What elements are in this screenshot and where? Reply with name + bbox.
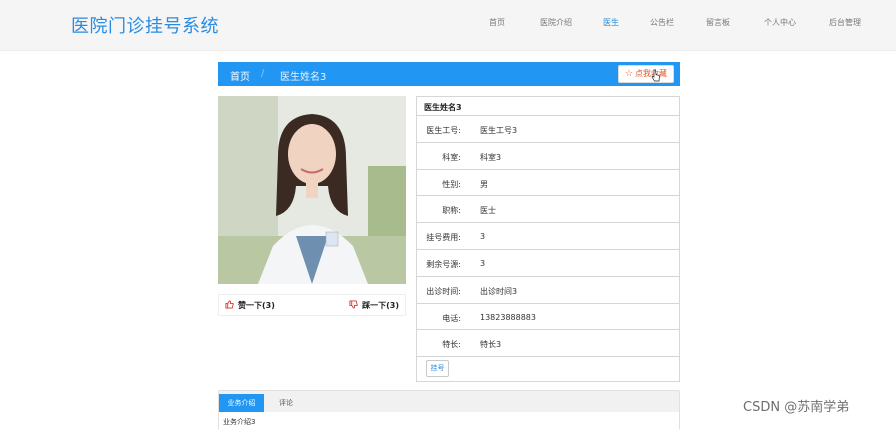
field-value: 特长3 (480, 340, 502, 350)
dislike-button[interactable]: 踩一下(3) (349, 300, 399, 311)
info-row-remaining-slots: 剩余号源: 3 (417, 250, 679, 277)
breadcrumb-home[interactable]: 首页 (230, 68, 250, 83)
star-outline-icon: ☆ (624, 69, 633, 79)
csdn-watermark: CSDN @苏南学弟 (743, 400, 850, 415)
field-label: 出诊时间: (426, 286, 461, 296)
info-row-phone: 电话: 13823888883 (417, 304, 679, 331)
info-row-gender: 性别: 男 (417, 170, 679, 197)
doctor-info-table: 医生姓名3 医生工号: 医生工号3 科室: 科室3 性别: 男 职称: 医士 挂… (416, 96, 680, 382)
favorite-button[interactable]: ☆ 点我收藏 (617, 65, 674, 83)
info-row-staff-id: 医生工号: 医生工号3 (417, 116, 679, 143)
field-value: 医士 (480, 206, 496, 216)
info-row-department: 科室: 科室3 (417, 143, 679, 170)
dislike-label: 踩一下(3) (362, 301, 399, 310)
field-label: 剩余号源: (426, 259, 461, 269)
field-label: 特长: (442, 340, 461, 350)
tab-comments[interactable]: 评论 (271, 394, 301, 412)
field-label: 电话: (442, 313, 461, 323)
field-value: 3 (480, 232, 486, 242)
info-row-fee: 挂号费用: 3 (417, 223, 679, 250)
nav-item-hospital-intro[interactable]: 医院介绍 (540, 17, 572, 28)
breadcrumb: 首页 / 医生姓名3 ☆ 点我收藏 (218, 62, 680, 86)
nav-item-user-center[interactable]: 个人中心 (764, 17, 796, 28)
field-label: 挂号费用: (426, 233, 461, 243)
like-label: 赞一下(3) (238, 301, 275, 310)
thumbs-up-icon (225, 300, 234, 311)
mouse-cursor-icon (651, 69, 661, 85)
field-value: 科室3 (480, 152, 502, 162)
field-label: 性别: (442, 179, 461, 189)
detail-tabs: 业务介绍 评论 业务介绍3 (218, 390, 680, 432)
nav-item-notices[interactable]: 公告栏 (650, 17, 674, 28)
field-value: 13823888883 (480, 312, 536, 322)
doctor-name-heading: 医生姓名3 (417, 97, 679, 116)
field-value: 男 (480, 179, 488, 189)
nav-item-messages[interactable]: 留言板 (706, 17, 730, 28)
book-appointment-button[interactable]: 挂号 (426, 360, 449, 377)
field-label: 医生工号: (426, 126, 461, 135)
field-value: 医生工号3 (480, 126, 518, 135)
tab-content: 业务介绍3 (219, 412, 679, 432)
vote-bar: 赞一下(3) 踩一下(3) (218, 294, 406, 316)
info-row-title: 职称: 医士 (417, 196, 679, 224)
thumbs-down-icon (349, 300, 358, 311)
field-value: 3 (480, 258, 486, 268)
tab-business-intro[interactable]: 业务介绍 (219, 394, 264, 412)
field-label: 职称: (442, 206, 461, 216)
breadcrumb-separator: / (261, 68, 265, 79)
info-row-clinic-time: 出诊时间: 出诊时间3 (417, 277, 679, 304)
site-title[interactable]: 医院门诊挂号系统 (71, 12, 219, 38)
field-label: 科室: (442, 152, 461, 162)
nav-item-home[interactable]: 首页 (489, 17, 505, 28)
nav-item-admin[interactable]: 后台管理 (829, 17, 861, 28)
field-value: 出诊时间3 (480, 286, 518, 296)
top-header: 医院门诊挂号系统 首页 医院介绍 医生 公告栏 留言板 个人中心 后台管理 (0, 0, 896, 51)
info-row-specialty: 特长: 特长3 (417, 330, 679, 358)
like-button[interactable]: 赞一下(3) (225, 300, 275, 311)
doctor-photo (218, 96, 406, 284)
breadcrumb-current: 医生姓名3 (280, 72, 327, 83)
nav-item-doctors[interactable]: 医生 (603, 17, 619, 28)
